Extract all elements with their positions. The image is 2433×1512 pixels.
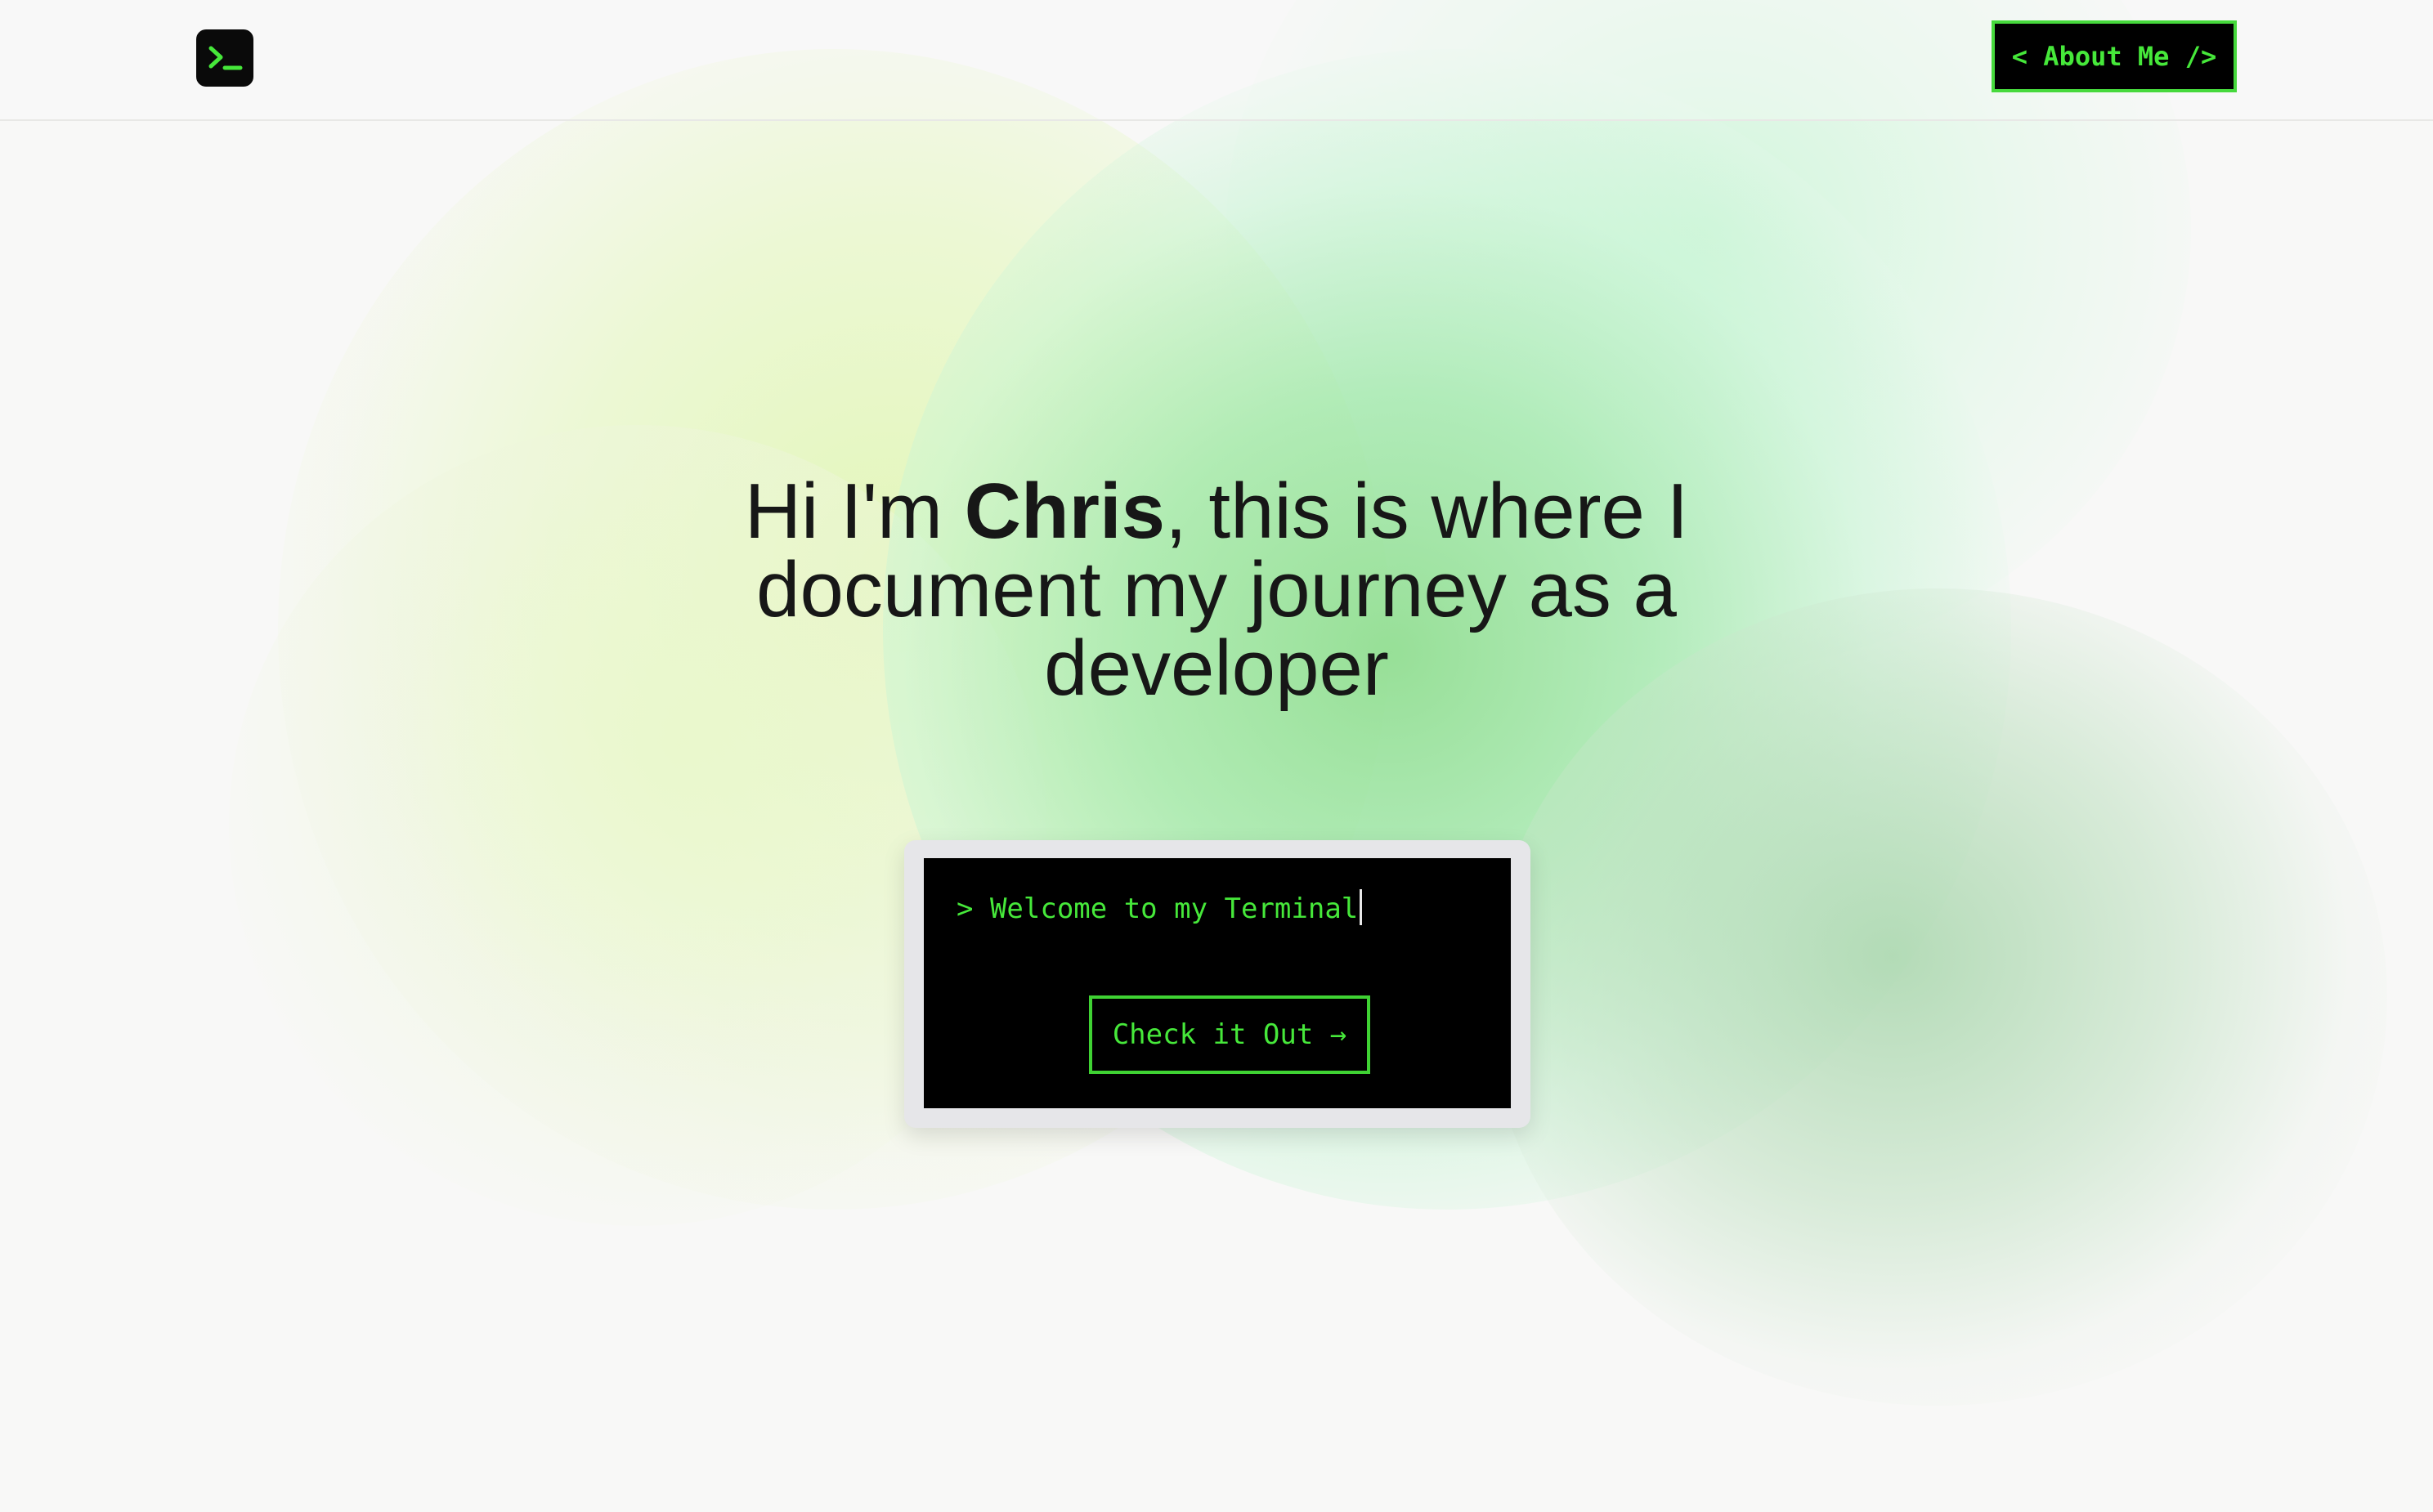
terminal-window: > Welcome to my Terminal Check it Out → [904,840,1530,1128]
terminal-prompt-text: > Welcome to my Terminal [957,892,1359,925]
check-it-out-button[interactable]: Check it Out → [1089,995,1370,1074]
terminal-prompt-icon [208,46,243,70]
site-logo[interactable] [196,29,253,87]
terminal-prompt-line: > Welcome to my Terminal [957,889,1363,925]
terminal-screen: > Welcome to my Terminal Check it Out → [924,858,1511,1108]
main-content: Hi I'm Chris, this is where I document m… [0,0,2433,1512]
hero-text-prefix: Hi I'm [744,467,965,555]
about-me-button[interactable]: < About Me /> [1992,20,2237,92]
hero-heading: Hi I'm Chris, this is where I document m… [638,472,1795,708]
terminal-cursor [1360,889,1363,925]
hero-name: Chris [964,467,1166,555]
site-header: < About Me /> [0,0,2433,121]
